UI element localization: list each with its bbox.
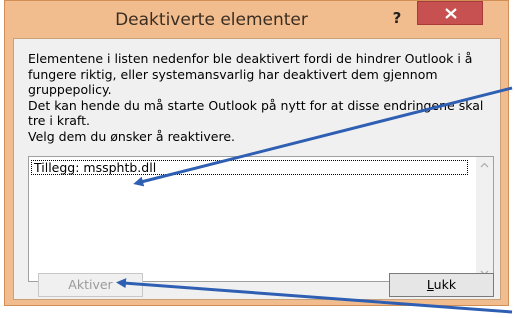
scroll-up-button[interactable] <box>476 157 493 174</box>
scroll-up-icon <box>480 162 489 168</box>
dialog-title: Deaktiverte elementer <box>115 10 308 30</box>
description-line-3: Velg dem du ønsker å reaktivere. <box>28 128 236 144</box>
close-icon <box>445 8 457 19</box>
disabled-items-list[interactable]: Tillegg: mssphtb.dll <box>28 156 494 282</box>
vertical-scrollbar[interactable] <box>476 157 493 281</box>
description: Elementene i listen nedenfor ble deaktiv… <box>28 51 498 144</box>
close-button-accelerator: L <box>426 277 434 292</box>
help-icon[interactable]: ? <box>383 7 411 29</box>
activate-button[interactable]: Aktiver <box>38 273 143 297</box>
close-dialog-button[interactable]: Lukk <box>389 273 494 297</box>
description-line-2: Det kan hende du må starte Outlook på ny… <box>28 97 484 129</box>
list-item[interactable]: Tillegg: mssphtb.dll <box>31 160 468 175</box>
close-button[interactable] <box>417 1 483 25</box>
description-line-1: Elementene i listen nedenfor ble deaktiv… <box>28 51 473 97</box>
dialog-body: Elementene i listen nedenfor ble deaktiv… <box>13 38 501 300</box>
disabled-items-dialog: Deaktiverte elementer ? Elementene i lis… <box>4 0 509 306</box>
title-bar[interactable]: Deaktiverte elementer ? <box>5 1 508 38</box>
close-button-label-rest: ukk <box>433 277 457 292</box>
